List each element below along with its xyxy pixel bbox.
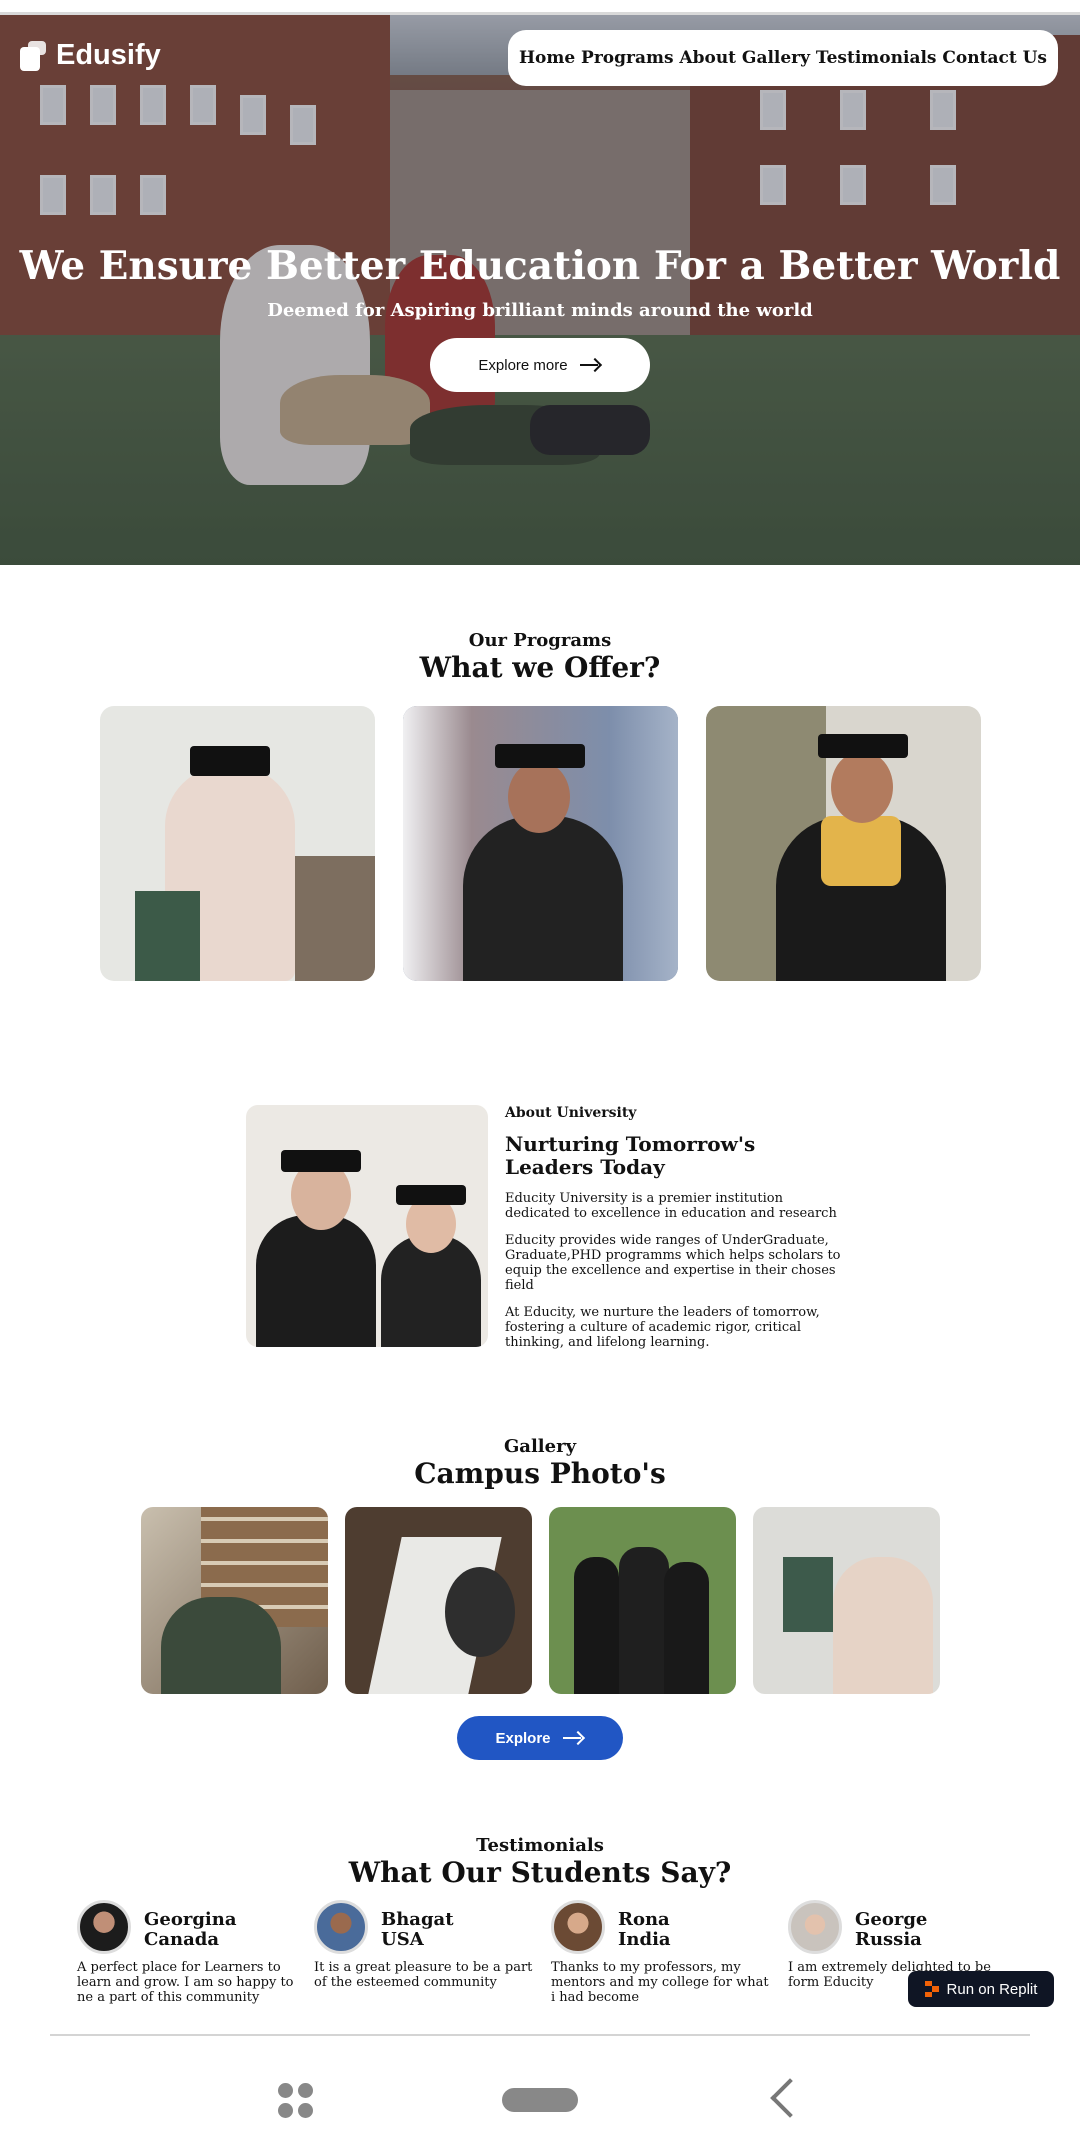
run-on-replit-label: Run on Replit <box>946 1980 1038 1998</box>
avatar <box>314 1900 368 1954</box>
gallery-photo-2[interactable] <box>345 1507 532 1694</box>
hero-overlay <box>0 15 1080 565</box>
logo-icon <box>20 40 46 71</box>
hero-title: We Ensure Better Education For a Better … <box>19 243 1061 289</box>
avatar <box>551 1900 605 1954</box>
run-on-replit-badge[interactable]: Run on Replit <box>908 1971 1054 2007</box>
testimonial-name: Bhagat USA <box>381 1909 454 1950</box>
about-paragraph: Educity provides wide ranges of UnderGra… <box>505 1233 841 1293</box>
testimonial-name: Georgina Canada <box>144 1909 237 1950</box>
programs-label: Our Programs <box>468 630 612 651</box>
testimonial-quote: It is a great pleasure to be a part of t… <box>314 1960 533 1990</box>
about-paragraph: Educity University is a premier institut… <box>505 1191 837 1221</box>
explore-more-button[interactable]: Explore more <box>430 338 650 392</box>
about-image <box>246 1105 488 1347</box>
arrow-right-icon <box>579 359 602 371</box>
hero-section: Edusify Home Programs About Gallery Test… <box>0 15 1080 565</box>
nav-home[interactable]: Home <box>519 48 575 68</box>
recent-apps-icon[interactable] <box>278 2083 314 2119</box>
programs-title: What we Offer? <box>419 651 661 684</box>
nav-about[interactable]: About <box>679 48 736 68</box>
nav-testimonials[interactable]: Testimonials <box>816 48 937 68</box>
hero-subtitle: Deemed for Aspiring brilliant minds arou… <box>267 300 813 321</box>
gallery-photo-1[interactable] <box>141 1507 328 1694</box>
explore-more-label: Explore more <box>478 356 568 374</box>
testimonial-name: George Russia <box>855 1909 928 1950</box>
testimonials-title: What Our Students Say? <box>348 1856 732 1889</box>
logo-text: Edusify <box>56 39 161 71</box>
program-card-3[interactable] <box>706 706 981 981</box>
about-label: About University <box>505 1105 637 1121</box>
testimonial-quote: Thanks to my professors, my mentors and … <box>551 1960 769 2005</box>
avatar <box>788 1900 842 1954</box>
arrow-right-icon <box>562 1732 585 1744</box>
avatar <box>77 1900 131 1954</box>
gallery-label: Gallery <box>503 1436 577 1457</box>
gallery-photo-3[interactable] <box>549 1507 736 1694</box>
main-nav: Home Programs About Gallery Testimonials… <box>508 30 1058 86</box>
home-button[interactable] <box>502 2088 578 2112</box>
divider <box>50 2034 1030 2036</box>
testimonial-quote: A perfect place for Learners to learn an… <box>77 1960 294 2005</box>
gallery-title: Campus Photo's <box>414 1457 666 1490</box>
top-status-line <box>0 0 1080 15</box>
about-paragraph: At Educity, we nurture the leaders of to… <box>505 1305 820 1350</box>
logo[interactable]: Edusify <box>20 39 161 72</box>
nav-programs[interactable]: Programs <box>581 48 674 68</box>
program-card-2[interactable] <box>403 706 678 981</box>
about-title: Nurturing Tomorrow's Leaders Today <box>505 1132 756 1179</box>
testimonial-name: Rona India <box>618 1909 671 1950</box>
program-card-1[interactable] <box>100 706 375 981</box>
gallery-explore-button[interactable]: Explore <box>457 1716 623 1760</box>
replit-icon <box>924 1981 939 1997</box>
testimonials-label: Testimonials <box>476 1835 604 1856</box>
nav-gallery[interactable]: Gallery <box>742 48 810 68</box>
gallery-photo-4[interactable] <box>753 1507 940 1694</box>
nav-contact-us[interactable]: Contact Us <box>942 48 1047 68</box>
about-content: About University Nurturing Tomorrow's Le… <box>505 1105 845 1362</box>
gallery-explore-label: Explore <box>495 1729 551 1747</box>
